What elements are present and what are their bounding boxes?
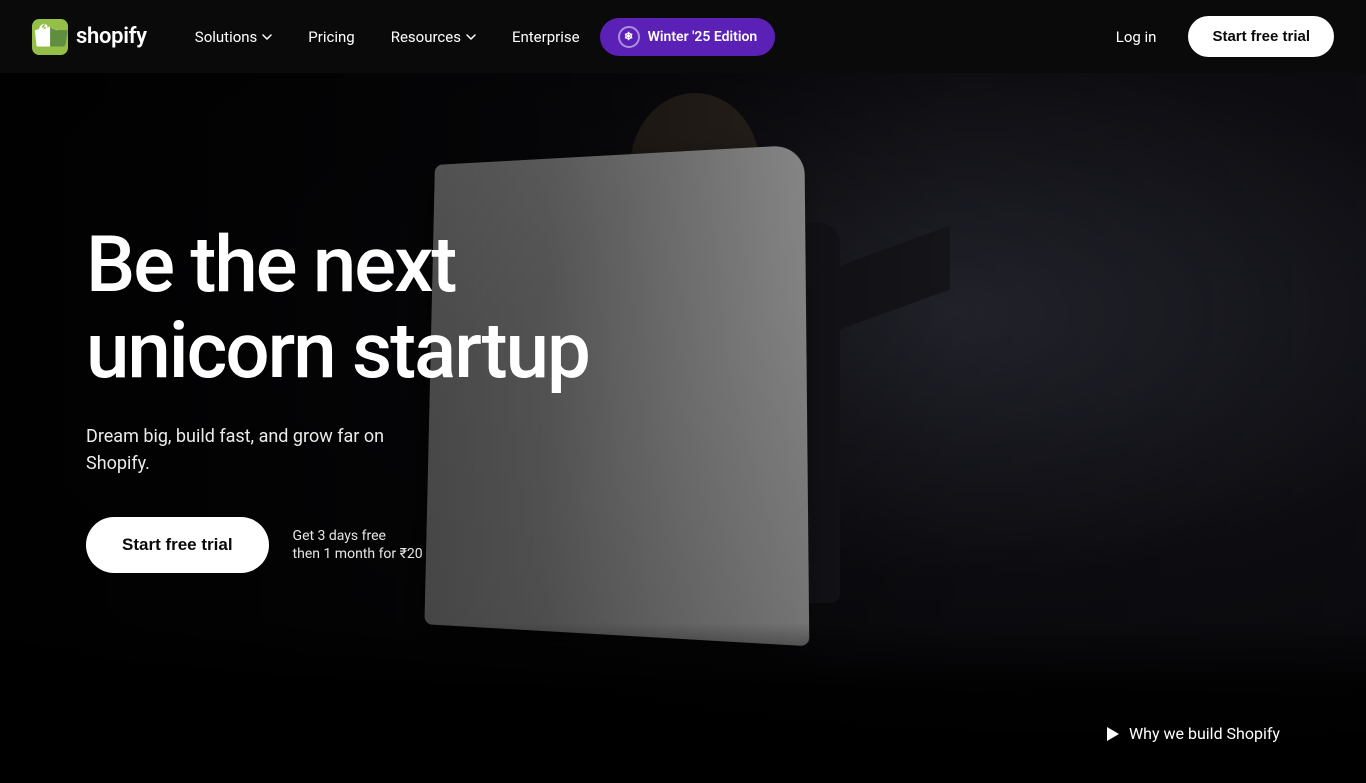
- nav-links: Solutions Pricing Resources Enterprise ❄…: [179, 18, 1100, 56]
- hero-content: Be the next unicorn startup Dream big, b…: [0, 73, 1366, 783]
- chevron-down-icon: [262, 34, 272, 40]
- nav-pricing[interactable]: Pricing: [292, 20, 370, 54]
- why-we-build-link[interactable]: Why we build Shopify: [1107, 724, 1280, 743]
- shopify-bag-icon: [32, 19, 68, 55]
- nav-resources[interactable]: Resources: [375, 20, 492, 54]
- winter-badge-icon: ❄: [618, 26, 640, 48]
- hero-subtext: Dream big, build fast, and grow far on S…: [86, 423, 426, 477]
- shopify-logo[interactable]: shopify: [32, 19, 147, 55]
- chevron-down-icon: [466, 34, 476, 40]
- play-icon: [1107, 727, 1119, 741]
- winter-edition-badge[interactable]: ❄ Winter '25 Edition: [600, 18, 776, 56]
- hero-headline: Be the next unicorn startup: [86, 223, 786, 395]
- hero-section: shopify Solutions Pricing Resources Ente…: [0, 0, 1366, 783]
- nav-enterprise[interactable]: Enterprise: [496, 20, 596, 54]
- navbar: shopify Solutions Pricing Resources Ente…: [0, 0, 1366, 73]
- trial-info-line1: Get 3 days free: [293, 528, 423, 544]
- logo-text: shopify: [76, 24, 147, 49]
- hero-cta-row: Start free trial Get 3 days free then 1 …: [86, 517, 1280, 573]
- nav-right-actions: Log in Start free trial: [1100, 16, 1334, 57]
- nav-trial-button[interactable]: Start free trial: [1188, 16, 1334, 57]
- trial-info-line2: then 1 month for ₹20: [293, 546, 423, 562]
- login-button[interactable]: Log in: [1100, 20, 1173, 54]
- trial-info: Get 3 days free then 1 month for ₹20: [293, 528, 423, 562]
- nav-solutions[interactable]: Solutions: [179, 20, 289, 54]
- hero-trial-button[interactable]: Start free trial: [86, 517, 269, 573]
